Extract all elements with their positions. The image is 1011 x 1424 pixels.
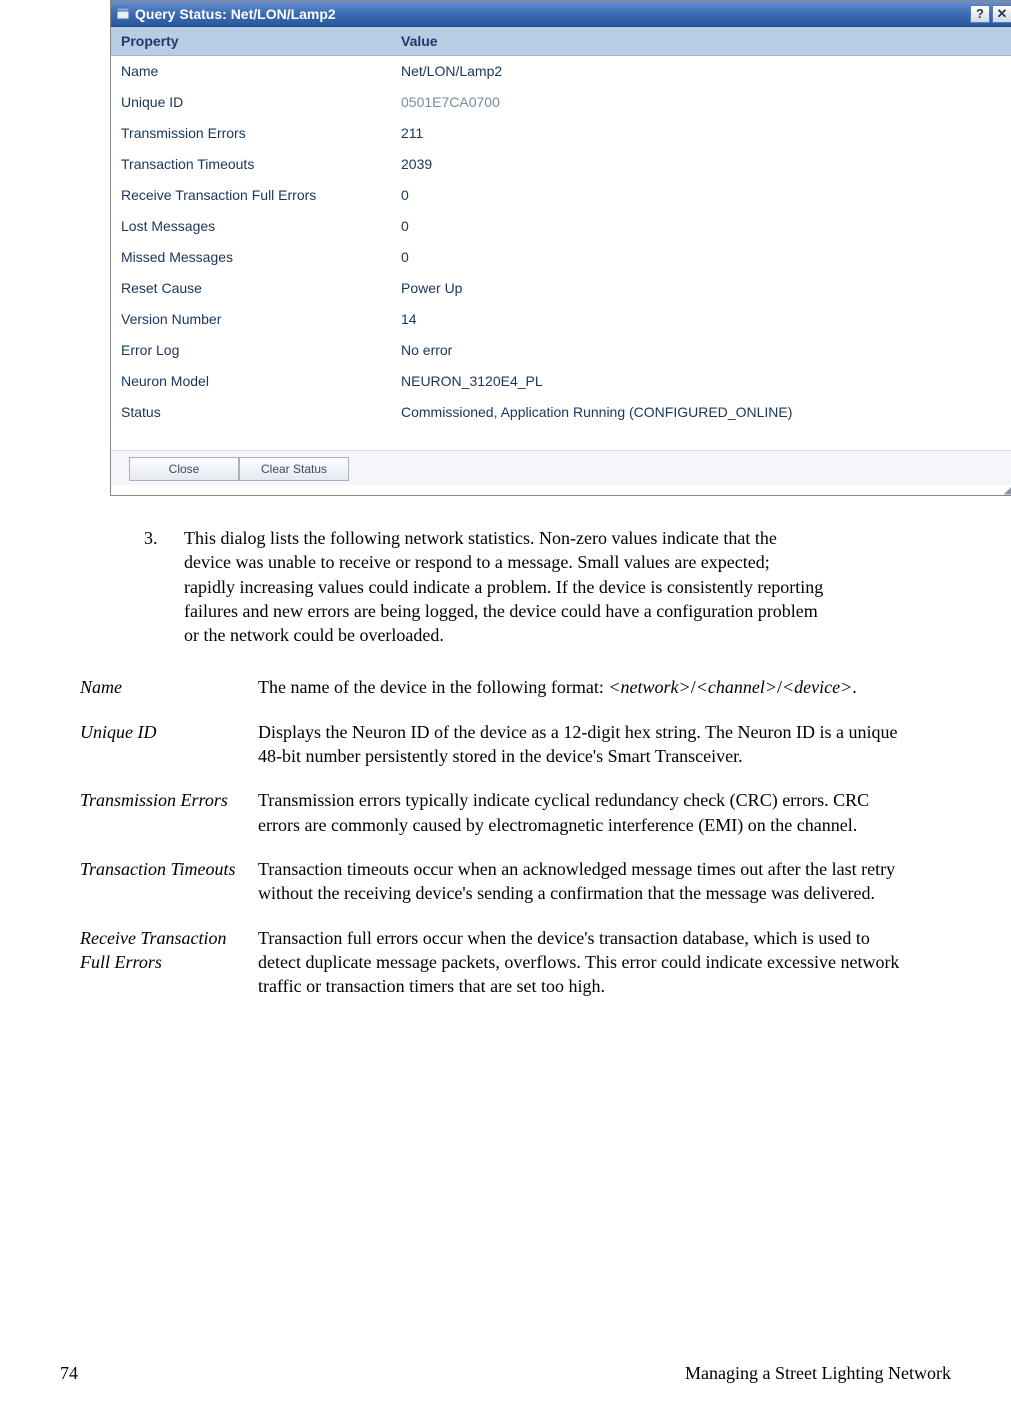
step-text: This dialog lists the following network … xyxy=(184,526,824,647)
property-cell: Unique ID xyxy=(111,87,391,118)
table-row: Unique ID0501E7CA0700 xyxy=(111,87,1011,118)
property-cell: Missed Messages xyxy=(111,242,391,273)
property-cell: Error Log xyxy=(111,335,391,366)
definition-term: Receive Transaction Full Errors xyxy=(80,926,240,999)
dialog-title: Query Status: Net/LON/Lamp2 xyxy=(135,6,336,22)
value-cell: 211 xyxy=(391,118,1011,149)
table-row: Transmission Errors211 xyxy=(111,118,1011,149)
properties-table: Property Value NameNet/LON/Lamp2Unique I… xyxy=(111,27,1011,428)
definition-row: Name The name of the device in the follow… xyxy=(80,675,941,699)
dialog-titlebar[interactable]: Query Status: Net/LON/Lamp2 ? ✕ xyxy=(111,1,1011,27)
table-row: Missed Messages0 xyxy=(111,242,1011,273)
definition-description: Displays the Neuron ID of the device as … xyxy=(258,720,908,769)
table-row: NameNet/LON/Lamp2 xyxy=(111,56,1011,87)
definition-description: The name of the device in the following … xyxy=(258,675,908,699)
clear-status-button[interactable]: Clear Status xyxy=(239,457,349,481)
definition-description: Transaction full errors occur when the d… xyxy=(258,926,908,999)
table-row: StatusCommissioned, Application Running … xyxy=(111,397,1011,428)
dialog-icon xyxy=(115,6,131,22)
table-row: Reset CausePower Up xyxy=(111,273,1011,304)
table-row: Receive Transaction Full Errors0 xyxy=(111,180,1011,211)
query-status-dialog: Query Status: Net/LON/Lamp2 ? ✕ Property… xyxy=(110,0,1011,496)
property-cell: Lost Messages xyxy=(111,211,391,242)
value-cell: Power Up xyxy=(391,273,1011,304)
value-cell: NEURON_3120E4_PL xyxy=(391,366,1011,397)
close-button[interactable]: Close xyxy=(129,457,239,481)
table-row: Transaction Timeouts2039 xyxy=(111,149,1011,180)
definition-term: Transmission Errors xyxy=(80,788,240,837)
property-cell: Neuron Model xyxy=(111,366,391,397)
value-cell: 0 xyxy=(391,180,1011,211)
definition-description: Transmission errors typically indicate c… xyxy=(258,788,908,837)
property-cell: Transmission Errors xyxy=(111,118,391,149)
definition-description: Transaction timeouts occur when an ackno… xyxy=(258,857,908,906)
table-row: Neuron ModelNEURON_3120E4_PL xyxy=(111,366,1011,397)
value-cell: 2039 xyxy=(391,149,1011,180)
table-row: Version Number14 xyxy=(111,304,1011,335)
col-value: Value xyxy=(391,27,1011,56)
property-cell: Status xyxy=(111,397,391,428)
page-footer: 74 Managing a Street Lighting Network xyxy=(0,1363,1011,1384)
col-property: Property xyxy=(111,27,391,56)
page-number: 74 xyxy=(60,1363,78,1384)
value-cell: 0 xyxy=(391,242,1011,273)
property-cell: Version Number xyxy=(111,304,391,335)
table-row: Lost Messages0 xyxy=(111,211,1011,242)
definition-row: Transmission Errors Transmission errors t… xyxy=(80,788,941,837)
property-cell: Name xyxy=(111,56,391,87)
dialog-button-bar: Close Clear Status xyxy=(111,450,1011,485)
definition-term: Transaction Timeouts xyxy=(80,857,240,906)
property-cell: Reset Cause xyxy=(111,273,391,304)
help-button[interactable]: ? xyxy=(970,5,990,23)
value-cell: No error xyxy=(391,335,1011,366)
definition-row: Unique ID Displays the Neuron ID of the d… xyxy=(80,720,941,769)
document-body: 3. This dialog lists the following netwo… xyxy=(80,526,941,998)
property-cell: Transaction Timeouts xyxy=(111,149,391,180)
resize-grip-icon[interactable]: ◢ xyxy=(111,485,1011,495)
value-cell: 0 xyxy=(391,211,1011,242)
property-cell: Receive Transaction Full Errors xyxy=(111,180,391,211)
definition-row: Transaction Timeouts Transaction timeouts… xyxy=(80,857,941,906)
section-title: Managing a Street Lighting Network xyxy=(685,1363,951,1384)
close-icon[interactable]: ✕ xyxy=(992,5,1011,23)
value-cell: Commissioned, Application Running (CONFI… xyxy=(391,397,1011,428)
step-item: 3. This dialog lists the following netwo… xyxy=(144,526,941,647)
table-row: Error LogNo error xyxy=(111,335,1011,366)
step-number: 3. xyxy=(144,526,162,647)
definition-term: Unique ID xyxy=(80,720,240,769)
definition-term: Name xyxy=(80,675,240,699)
value-cell: 14 xyxy=(391,304,1011,335)
definition-row: Receive Transaction Full ErrorsTransacti… xyxy=(80,926,941,999)
value-cell: Net/LON/Lamp2 xyxy=(391,56,1011,87)
value-cell: 0501E7CA0700 xyxy=(391,87,1011,118)
